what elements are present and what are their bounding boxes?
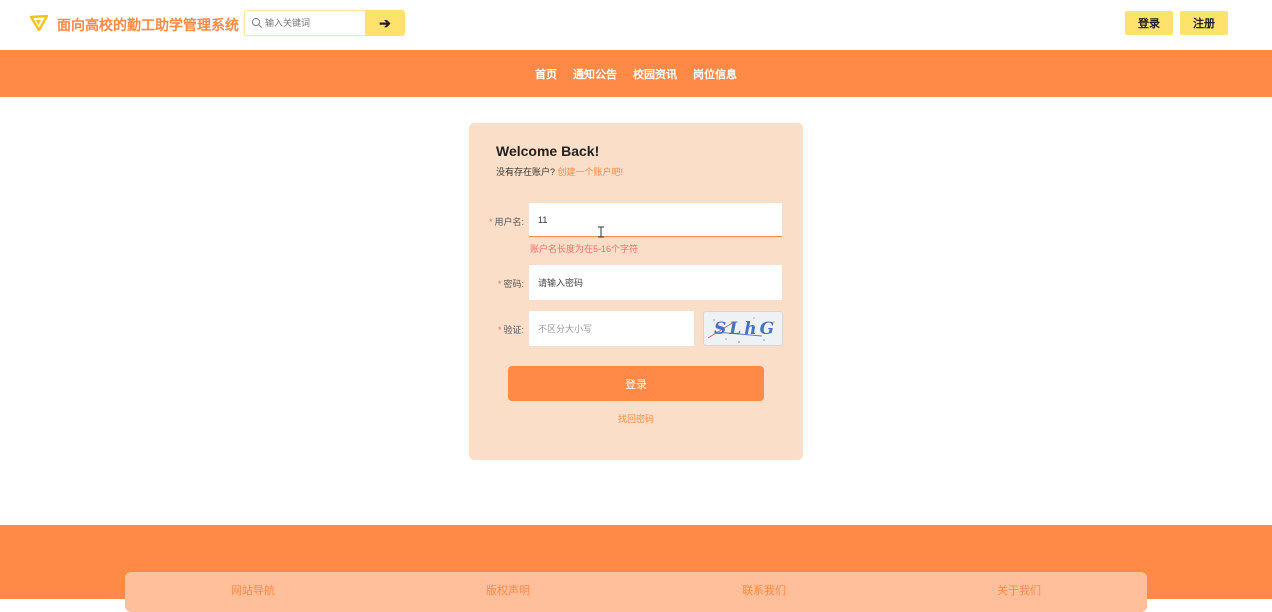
login-subtitle: 没有存在账户? 创建一个账户吧!	[496, 165, 623, 178]
main-nav: 首页 通知公告 校园资讯 岗位信息	[0, 50, 1272, 97]
header-register-button[interactable]: 注册	[1180, 11, 1228, 35]
nav-item-campus-news[interactable]: 校园资讯	[633, 66, 677, 82]
footer-links-panel: 网站导航 版权声明 联系我们 关于我们	[125, 572, 1147, 612]
search-box	[244, 10, 366, 36]
nav-item-jobs[interactable]: 岗位信息	[693, 66, 737, 82]
site-title: 面向高校的勤工助学管理系统	[57, 17, 239, 33]
footer: 网站导航 版权声明 联系我们 关于我们	[0, 525, 1272, 612]
footer-copyright[interactable]: 版权声明	[380, 582, 636, 598]
paper-plane-logo-icon	[29, 14, 49, 32]
captcha-field[interactable]	[529, 311, 694, 346]
nav-item-home[interactable]: 首页	[535, 66, 557, 82]
search-button[interactable]: ➔	[365, 10, 405, 36]
password-field[interactable]	[529, 265, 782, 300]
nav-item-notices[interactable]: 通知公告	[573, 66, 617, 82]
no-account-text: 没有存在账户?	[496, 167, 558, 177]
username-field[interactable]	[529, 203, 782, 237]
captcha-graphic: SLhG	[707, 317, 777, 343]
username-label: * 用户名:	[488, 217, 524, 227]
footer-site-nav[interactable]: 网站导航	[125, 582, 381, 598]
login-card: Welcome Back! 没有存在账户? 创建一个账户吧! *用户名: 账户名…	[469, 123, 803, 460]
password-label: * 密码:	[497, 279, 524, 289]
footer-contact[interactable]: 联系我们	[636, 582, 892, 598]
login-title: Welcome Back!	[496, 143, 600, 159]
text-cursor-icon	[598, 226, 604, 238]
captcha-text: SLhG	[714, 319, 777, 339]
search-icon	[251, 17, 262, 28]
footer-about[interactable]: 关于我们	[891, 582, 1147, 598]
forgot-password-link[interactable]: 找回密码	[469, 412, 803, 425]
captcha-image[interactable]: SLhG	[703, 311, 783, 346]
search-input[interactable]	[265, 13, 361, 33]
top-bar: 面向高校的勤工助学管理系统 ➔ 登录 注册	[0, 0, 1272, 50]
create-account-link[interactable]: 创建一个账户吧!	[558, 167, 624, 177]
header-login-button[interactable]: 登录	[1125, 11, 1173, 35]
captcha-label: * 验证:	[497, 325, 524, 335]
username-error: 账户名长度为在5-16个字符	[530, 244, 639, 254]
login-submit-button[interactable]: 登录	[508, 366, 764, 401]
